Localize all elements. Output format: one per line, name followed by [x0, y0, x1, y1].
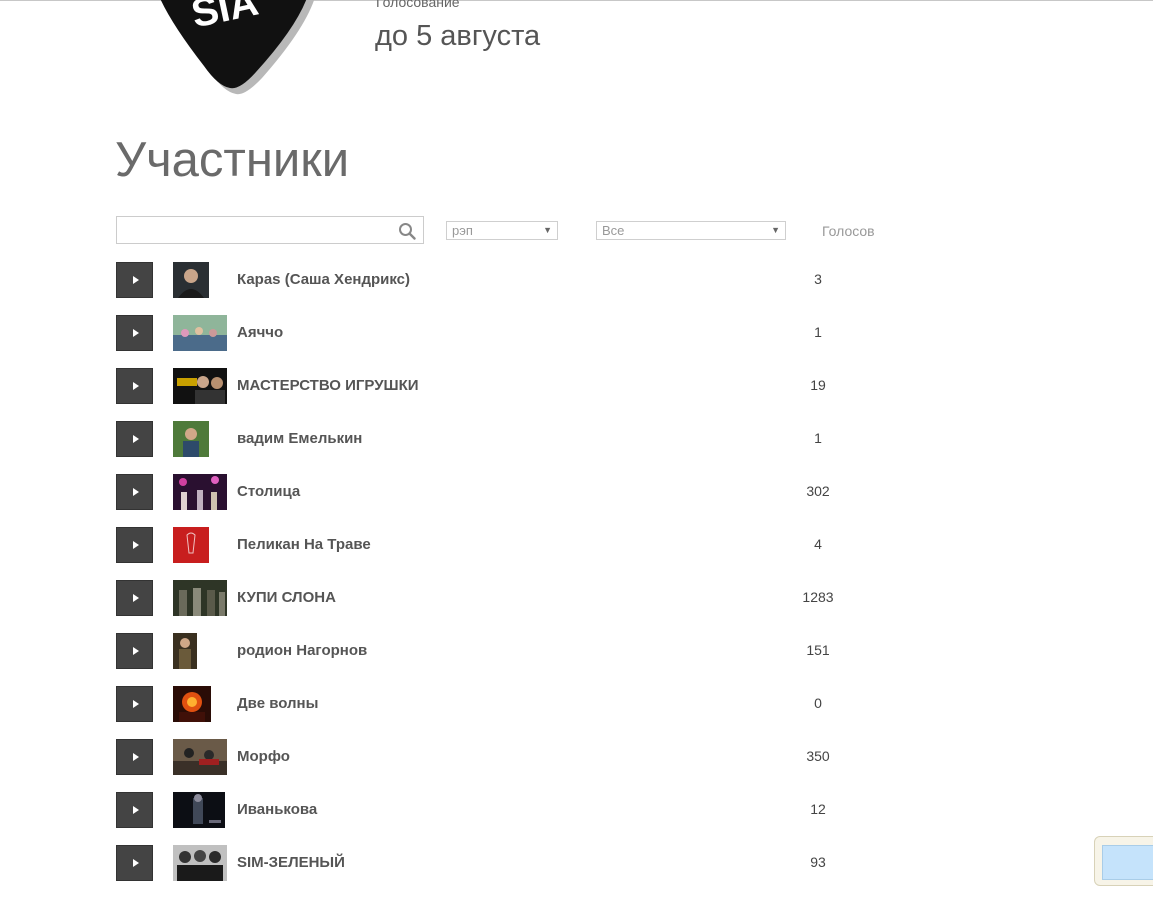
participant-thumbnail[interactable] — [173, 792, 225, 828]
genre-select[interactable]: рэп ▼ — [446, 221, 558, 240]
play-button[interactable] — [116, 315, 153, 351]
vote-count: 4 — [814, 536, 822, 552]
votes-column-header[interactable]: Голосов — [822, 223, 875, 239]
search-field — [116, 216, 424, 244]
participant-row: SIM-ЗЕЛЕНЫЙ 93 — [0, 845, 1153, 881]
participant-thumbnail[interactable] — [173, 368, 227, 404]
vote-count: 93 — [810, 854, 826, 870]
participant-thumbnail[interactable] — [173, 315, 227, 351]
participant-name[interactable]: Карas (Саша Хендрикс) — [237, 271, 410, 288]
participant-thumbnail[interactable] — [173, 527, 209, 563]
participant-thumbnail[interactable] — [173, 262, 209, 298]
vote-count: 302 — [806, 483, 830, 499]
participant-thumbnail[interactable] — [173, 633, 197, 669]
participant-name[interactable]: Столица — [237, 483, 300, 500]
play-button[interactable] — [116, 845, 153, 881]
play-button[interactable] — [116, 686, 153, 722]
play-button[interactable] — [116, 580, 153, 616]
participant-thumbnail[interactable] — [173, 739, 227, 775]
participant-thumbnail[interactable] — [173, 580, 227, 616]
vote-count: 151 — [806, 642, 830, 658]
vote-count: 350 — [806, 748, 830, 764]
participant-row: родион Нагорнов 151 — [0, 633, 1153, 669]
feedback-widget[interactable] — [1094, 836, 1153, 886]
vote-count: 1283 — [802, 589, 834, 605]
participant-name[interactable]: Аяччо — [237, 324, 283, 341]
participant-name[interactable]: Две волны — [237, 695, 318, 712]
guitar-pick-logo[interactable]: SIA — [150, 0, 325, 100]
participant-name[interactable]: Пеликан На Траве — [237, 536, 371, 553]
participant-row: Пеликан На Траве 4 — [0, 527, 1153, 563]
dropdown-arrow-icon: ▼ — [543, 225, 552, 235]
voting-deadline: до 5 августа — [375, 20, 541, 52]
search-icon[interactable] — [398, 222, 416, 240]
participant-thumbnail[interactable] — [173, 686, 211, 722]
scope-select-value: Все — [602, 223, 625, 238]
participant-row: Аяччо 1 — [0, 315, 1153, 351]
vote-count: 0 — [814, 695, 822, 711]
vote-count: 12 — [810, 801, 826, 817]
play-button[interactable] — [116, 633, 153, 669]
vote-count: 19 — [810, 377, 826, 393]
participant-row: КУПИ СЛОНА 1283 — [0, 580, 1153, 616]
play-button[interactable] — [116, 474, 153, 510]
play-button[interactable] — [116, 421, 153, 457]
participant-row: Карas (Саша Хендрикс) 3 — [0, 262, 1153, 298]
participant-row: МАСТЕРСТВО ИГРУШКИ 19 — [0, 368, 1153, 404]
participant-name[interactable]: МАСТЕРСТВО ИГРУШКИ — [237, 377, 419, 394]
play-button[interactable] — [116, 262, 153, 298]
play-button[interactable] — [116, 739, 153, 775]
participant-name[interactable]: Морфо — [237, 748, 290, 765]
participant-name[interactable]: КУПИ СЛОНА — [237, 589, 336, 606]
vote-count: 1 — [814, 430, 822, 446]
participant-row: Морфо 350 — [0, 739, 1153, 775]
search-input[interactable] — [117, 217, 403, 243]
scope-select[interactable]: Все ▼ — [596, 221, 786, 240]
play-button[interactable] — [116, 792, 153, 828]
participant-name[interactable]: родион Нагорнов — [237, 642, 367, 659]
voting-caption: Голосование — [376, 0, 460, 10]
participant-name[interactable]: SIM-ЗЕЛЕНЫЙ — [237, 854, 345, 871]
participant-row: Две волны 0 — [0, 686, 1153, 722]
vote-count: 1 — [814, 324, 822, 340]
participant-name[interactable]: вадим Емелькин — [237, 430, 362, 447]
vote-count: 3 — [814, 271, 822, 287]
participant-thumbnail[interactable] — [173, 421, 209, 457]
participant-row: Иванькова 12 — [0, 792, 1153, 828]
feedback-widget-button[interactable] — [1102, 845, 1153, 880]
page-title: Участники — [115, 133, 350, 187]
dropdown-arrow-icon: ▼ — [771, 225, 780, 235]
participant-row: Столица 302 — [0, 474, 1153, 510]
play-button[interactable] — [116, 368, 153, 404]
participant-name[interactable]: Иванькова — [237, 801, 317, 818]
participant-thumbnail[interactable] — [173, 845, 227, 881]
participant-row: вадим Емелькин 1 — [0, 421, 1153, 457]
participant-thumbnail[interactable] — [173, 474, 227, 510]
play-button[interactable] — [116, 527, 153, 563]
genre-select-value: рэп — [452, 223, 473, 238]
